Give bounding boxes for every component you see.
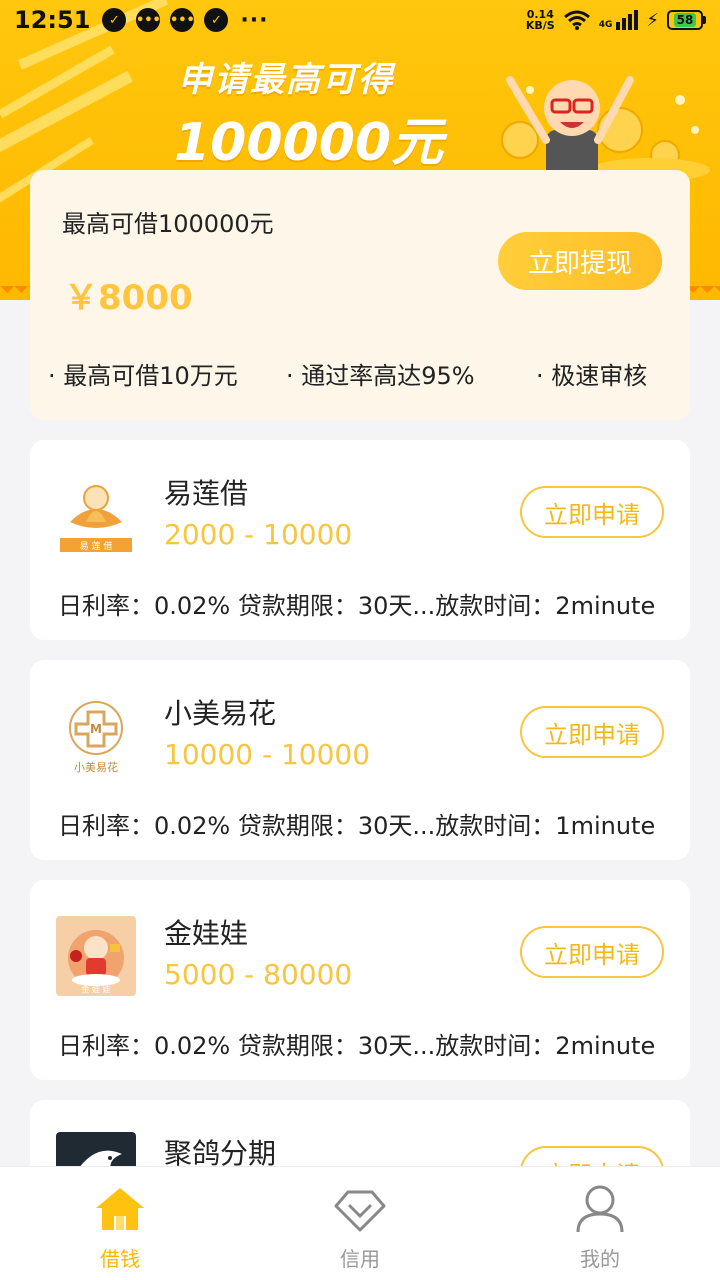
- loan-summary-card: 最高可借100000元 ￥8000 立即提现 · 最高可借10万元 · 通过率高…: [30, 170, 690, 420]
- user-icon: [574, 1183, 626, 1235]
- product-range: 5000 - 80000: [164, 958, 353, 991]
- apply-button[interactable]: 立即申请: [520, 926, 664, 978]
- bottom-nav: 借钱 信用 我的: [0, 1166, 720, 1280]
- feature-item: · 通过率高达95%: [286, 362, 475, 390]
- nav-label: 借钱: [100, 1247, 140, 1271]
- nav-mine[interactable]: 我的: [480, 1167, 720, 1280]
- product-info: 日利率：0.02% 贷款期限：30天...放款时间：2minute: [58, 592, 656, 620]
- mascot-illustration: [501, 76, 710, 180]
- product-logo: 金 娃 娃: [56, 916, 136, 996]
- chat-icon: •••: [136, 8, 161, 32]
- more-notifications-icon: ···: [240, 7, 269, 33]
- network-speed: 0.14 KB/S: [525, 8, 555, 32]
- product-card[interactable]: 易 莲 借 易莲借 2000 - 10000 立即申请 日利率：0.02% 贷款…: [30, 440, 690, 640]
- check-circle-icon: ✓: [204, 8, 229, 32]
- product-card[interactable]: M 小美易花 小美易花 10000 - 10000 立即申请 日利率：0.02%…: [30, 660, 690, 860]
- apply-button[interactable]: 立即申请: [520, 486, 664, 538]
- product-logo: 易 莲 借: [56, 476, 136, 556]
- product-name: 小美易花: [164, 697, 277, 730]
- product-info: 日利率：0.02% 贷款期限：30天...放款时间：2minute: [58, 1032, 656, 1060]
- message-icon: •••: [170, 8, 195, 32]
- svg-text:金 娃 娃: 金 娃 娃: [81, 984, 110, 994]
- nav-credit[interactable]: 信用: [240, 1167, 480, 1280]
- nav-borrow[interactable]: 借钱: [0, 1167, 240, 1280]
- product-info: 日利率：0.02% 贷款期限：30天...放款时间：1minute: [58, 812, 656, 840]
- status-time: 12:51: [14, 6, 91, 34]
- battery-icon: 58: [667, 10, 706, 30]
- max-limit-text: 最高可借100000元: [62, 210, 274, 238]
- nav-label: 我的: [580, 1247, 620, 1271]
- svg-text:M: M: [90, 722, 102, 736]
- svg-text:小美易花: 小美易花: [74, 761, 118, 774]
- product-range: 10000 - 10000: [164, 738, 371, 771]
- withdraw-button[interactable]: 立即提现: [498, 232, 662, 290]
- svg-text:易 莲 借: 易 莲 借: [80, 540, 113, 552]
- product-card[interactable]: 金 娃 娃 金娃娃 5000 - 80000 立即申请 日利率：0.02% 贷款…: [30, 880, 690, 1080]
- product-range: 2000 - 10000: [164, 518, 353, 551]
- feature-item: · 最高可借10万元: [48, 362, 238, 390]
- home-icon: [94, 1183, 146, 1235]
- check-circle-icon: ✓: [102, 8, 127, 32]
- available-amount: ￥8000: [64, 278, 193, 318]
- charging-icon: ⚡: [646, 9, 659, 31]
- product-name: 金娃娃: [164, 917, 249, 950]
- feature-item: · 极速审核: [536, 362, 648, 390]
- nav-label: 信用: [340, 1247, 380, 1271]
- wifi-icon: [563, 10, 590, 30]
- signal-icon: 4G: [599, 10, 639, 30]
- status-bar: 12:51 ✓ ••• ••• ✓ ··· 0.14 KB/S 4G ⚡ 58: [0, 0, 720, 40]
- product-logo: M 小美易花: [56, 696, 136, 776]
- banner-amount: 100000元: [174, 113, 444, 173]
- apply-button[interactable]: 立即申请: [520, 706, 664, 758]
- product-name: 易莲借: [164, 477, 249, 510]
- banner-title: 申请最高可得: [178, 60, 394, 100]
- diamond-icon: [334, 1183, 386, 1235]
